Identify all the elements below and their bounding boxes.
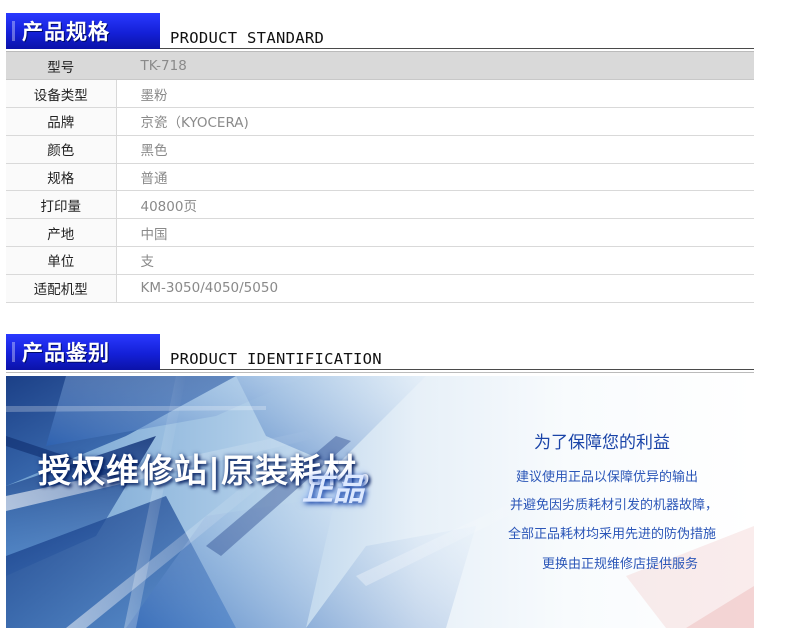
header-divider: [160, 48, 754, 49]
spec-value: TK-718: [116, 52, 754, 81]
authenticity-banner: 授权维修站|原装耗材， 正品 为了保障您的利益 建议使用正品以保障优异的输出 并…: [6, 376, 754, 628]
spec-table: 型号 TK-718 设备类型 墨粉 品牌 京瓷（KYOCERA) 颜色 黑色 规…: [6, 52, 754, 303]
banner-text-line: 全部正品耗材均采用先进的防伪措施: [508, 527, 717, 542]
table-row: 颜色 黑色: [6, 135, 754, 164]
header-divider: [160, 369, 754, 370]
spec-value: KM-3050/4050/5050: [116, 274, 754, 303]
banner-subtitle: 正品: [302, 472, 364, 508]
spec-value: 普通: [116, 163, 754, 192]
spec-label: 产地: [6, 218, 117, 248]
ident-section-header: 产品鉴别 PRODUCT IDENTIFICATION: [6, 334, 754, 373]
banner-text-line: 并避免因劣质耗材引发的机器故障，: [510, 498, 719, 513]
spec-label: 颜色: [6, 135, 117, 164]
spec-value: 支: [116, 246, 754, 275]
table-row: 品牌 京瓷（KYOCERA): [6, 107, 754, 136]
table-row: 规格 普通: [6, 163, 754, 192]
ident-section-title: 产品鉴别: [6, 334, 160, 370]
spec-label: 规格: [6, 163, 117, 192]
spec-label: 单位: [6, 246, 117, 275]
banner-text-line: 建议使用正品以保障优异的输出: [516, 470, 699, 485]
header-divider: [6, 372, 754, 373]
table-row: 型号 TK-718: [6, 52, 754, 81]
table-row: 设备类型 墨粉: [6, 79, 754, 109]
table-row: 打印量 40800页: [6, 190, 754, 220]
table-row: 单位 支: [6, 246, 754, 275]
table-row: 适配机型 KM-3050/4050/5050: [6, 274, 754, 303]
spec-value: 京瓷（KYOCERA): [116, 107, 754, 136]
banner-headline: 为了保障您的利益: [534, 433, 670, 453]
spec-section-title: 产品规格: [6, 13, 160, 49]
spec-value: 黑色: [116, 135, 754, 164]
spec-section-header: 产品规格 PRODUCT STANDARD: [6, 13, 754, 52]
spec-value: 墨粉: [116, 79, 754, 109]
spec-label: 适配机型: [6, 274, 117, 303]
table-row: 产地 中国: [6, 218, 754, 248]
spec-section-title-en: PRODUCT STANDARD: [170, 29, 325, 47]
spec-label: 打印量: [6, 190, 117, 220]
spec-label: 品牌: [6, 107, 117, 136]
spec-label: 型号: [6, 52, 117, 81]
ident-section-title-en: PRODUCT IDENTIFICATION: [170, 350, 382, 368]
spec-value: 中国: [116, 218, 754, 248]
spec-label: 设备类型: [6, 79, 117, 109]
spec-value: 40800页: [116, 190, 754, 220]
banner-text-line: 更换由正规维修店提供服务: [542, 557, 699, 572]
